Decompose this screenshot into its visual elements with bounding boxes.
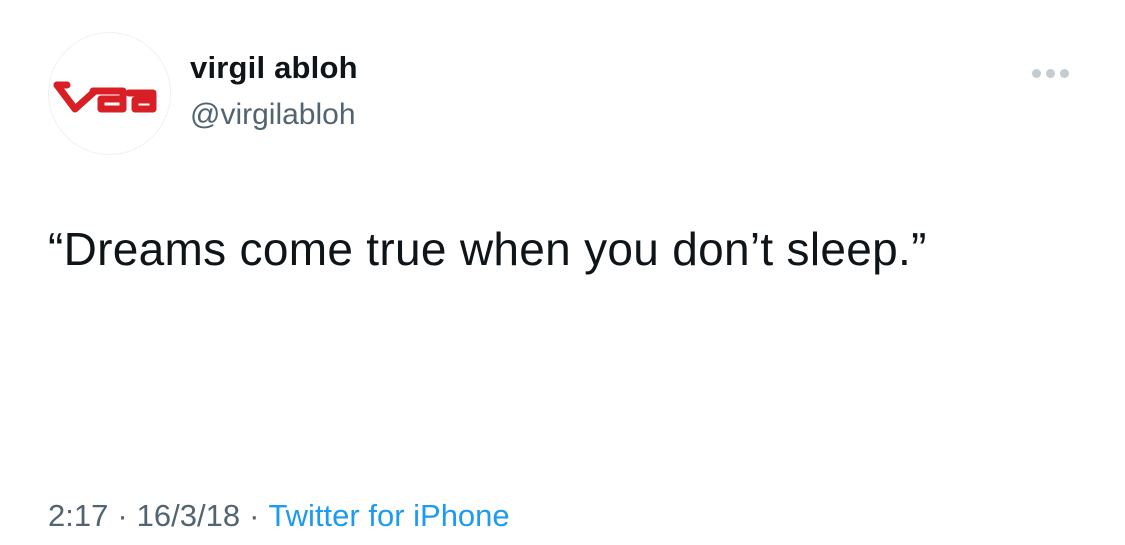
- tweet-text: “Dreams come true when you don’t sleep.”: [48, 223, 927, 275]
- tweet-source-link[interactable]: Twitter for iPhone: [268, 498, 509, 533]
- tweet-meta: 2:17 · 16/3/18 · Twitter for iPhone: [48, 498, 510, 534]
- more-dot: [1031, 68, 1041, 78]
- avatar[interactable]: [48, 32, 171, 155]
- more-dot: [1059, 68, 1069, 78]
- more-horizontal-icon[interactable]: [1020, 58, 1080, 88]
- meta-separator: ·: [117, 498, 128, 533]
- tweet-date[interactable]: 16/3/18: [137, 498, 240, 533]
- author-handle[interactable]: @virgilabloh: [190, 98, 356, 132]
- more-dot: [1045, 68, 1055, 78]
- author-display-name[interactable]: virgil abloh: [190, 50, 358, 86]
- tweet-time[interactable]: 2:17: [48, 498, 108, 533]
- vaa-logo-icon: [53, 81, 157, 113]
- tweet-card: virgil abloh @virgilabloh “Dreams come t…: [0, 0, 1125, 545]
- meta-separator: ·: [249, 498, 260, 533]
